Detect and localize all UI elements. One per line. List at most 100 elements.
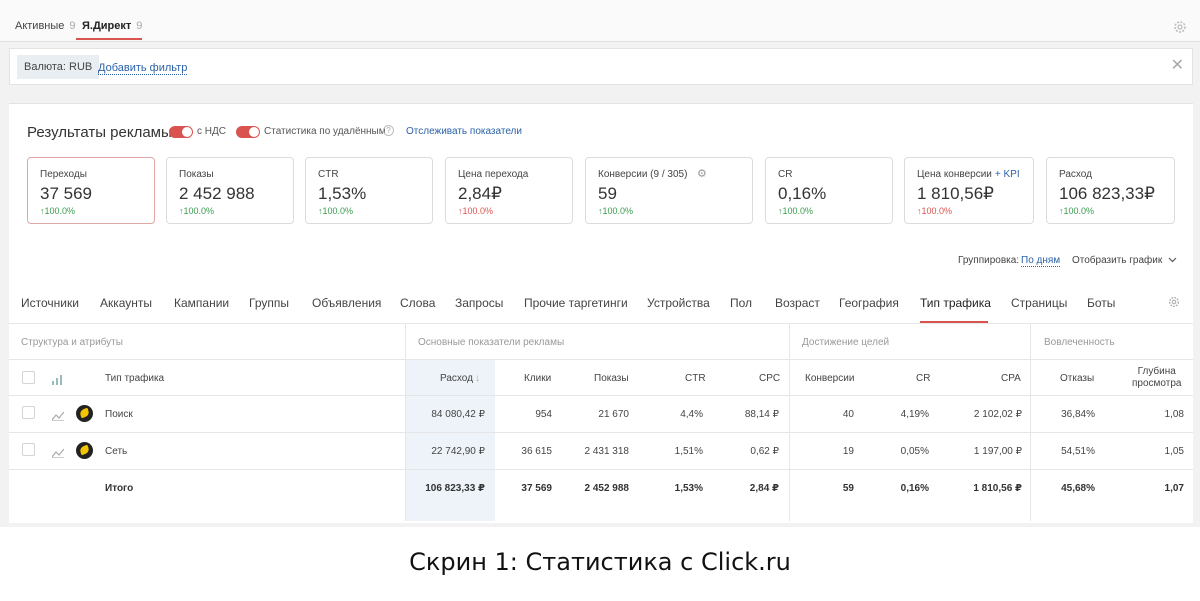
col-header-traffic-type[interactable]: Тип трафика — [105, 373, 164, 384]
kpi-card-cr[interactable]: CR 0,16% ↑100.0% — [765, 157, 893, 224]
column-group-separator — [405, 324, 406, 521]
help-icon[interactable]: ? — [383, 125, 394, 136]
cell-impressions: 2 452 988 — [584, 483, 630, 494]
select-all-checkbox[interactable] — [22, 371, 35, 384]
col-header-ctr[interactable]: CTR — [685, 373, 706, 384]
kpi-link[interactable]: + KPI — [995, 169, 1020, 180]
col-header-bounces[interactable]: Отказы — [1060, 373, 1094, 384]
tab-gender[interactable]: Пол — [730, 296, 752, 310]
kpi-label-text: Цена конверсии — [917, 169, 992, 180]
row-divider — [9, 469, 1193, 470]
kpi-change: ↑100.0% — [1059, 206, 1095, 216]
col-header-clicks[interactable]: Клики — [524, 373, 551, 384]
row-checkbox[interactable] — [22, 406, 35, 419]
tab-age[interactable]: Возраст — [775, 296, 820, 310]
cell-conversions: 59 — [842, 483, 854, 494]
col-header-cpc[interactable]: CPC — [759, 373, 780, 384]
col-header-label: Глубина — [1137, 366, 1176, 377]
tab-sources[interactable]: Источники — [21, 296, 79, 310]
kpi-card-ctr[interactable]: CTR 1,53% ↑100.0% — [305, 157, 433, 224]
tab-groups[interactable]: Группы — [249, 296, 289, 310]
cell-cpa: 1 810,56 ₽ — [973, 483, 1022, 494]
cell-bounces: 54,51% — [1061, 446, 1095, 457]
tab-count: 9 — [69, 20, 76, 32]
col-header-impressions[interactable]: Показы — [594, 373, 629, 384]
yandex-direct-icon — [76, 442, 93, 459]
kpi-card-cpc[interactable]: Цена перехода 2,84₽ ↑100.0% — [445, 157, 573, 224]
yandex-direct-icon — [76, 405, 93, 422]
filter-bar: Валюта: RUB Добавить фильтр ✕ — [9, 48, 1193, 85]
kpi-card-conversions[interactable]: Конверсии (9 / 305) ⚙ 59 ↑100.0% — [585, 157, 753, 224]
cell-name: Итого — [105, 483, 134, 494]
column-group-separator — [789, 324, 790, 521]
kpi-label: Цена перехода — [458, 169, 529, 180]
cell-cr: 0,16% — [900, 483, 929, 494]
tab-keywords[interactable]: Слова — [400, 296, 435, 310]
line-chart-icon[interactable] — [51, 408, 65, 421]
tab-geography[interactable]: География — [839, 296, 899, 310]
currency-chip[interactable]: Валюта: RUB — [17, 55, 100, 79]
cell-depth: 1,08 — [1164, 409, 1184, 420]
col-header-cpa[interactable]: CPA — [1001, 373, 1021, 384]
gear-icon[interactable]: ⚙ — [697, 167, 707, 180]
kpi-value: 0,16% — [778, 184, 827, 203]
line-chart-icon[interactable] — [51, 445, 65, 458]
col-header-depth[interactable]: Глубина просмотра — [1132, 366, 1181, 390]
cell-clicks: 36 615 — [521, 446, 552, 457]
tab-devices[interactable]: Устройства — [647, 296, 710, 310]
kpi-card-cost-per-conversion[interactable]: Цена конверсии + KPI 1 810,56₽ ↑100.0% — [904, 157, 1034, 224]
kpi-label: CR — [778, 169, 793, 180]
tab-bots[interactable]: Боты — [1087, 296, 1115, 310]
cell-ctr: 4,4% — [680, 409, 703, 420]
col-header-label: Расход — [440, 373, 473, 384]
cell-depth: 1,07 — [1164, 483, 1184, 494]
deleted-stats-toggle[interactable] — [236, 126, 260, 138]
cell-clicks: 37 569 — [521, 483, 552, 494]
col-header-label: просмотра — [1132, 378, 1182, 389]
kpi-change: ↑100.0% — [318, 206, 354, 216]
show-chart-label: Отобразить график — [1072, 255, 1163, 266]
gear-icon[interactable] — [1172, 19, 1188, 35]
track-metrics-link[interactable]: Отслеживать показатели — [406, 126, 522, 137]
kpi-value: 1 810,56₽ — [917, 184, 994, 203]
gear-icon[interactable] — [1167, 295, 1181, 312]
kpi-card-clicks[interactable]: Переходы 37 569 ↑100.0% — [27, 157, 155, 224]
grouping-select[interactable]: По дням — [1021, 255, 1061, 267]
show-chart-toggle[interactable]: Отобразить график — [1072, 255, 1177, 266]
kpi-label: Расход — [1059, 169, 1092, 180]
tab-ads[interactable]: Объявления — [312, 296, 381, 310]
cell-cpa: 1 197,00 ₽ — [973, 446, 1022, 457]
cell-cr: 0,05% — [900, 446, 929, 457]
col-header-spend[interactable]: Расход ↓ — [440, 373, 480, 384]
tab-accounts[interactable]: Аккаунты — [100, 296, 152, 310]
row-checkbox[interactable] — [22, 443, 35, 456]
tab-pages[interactable]: Страницы — [1011, 296, 1067, 310]
tab-queries[interactable]: Запросы — [455, 296, 503, 310]
tab-active[interactable]: Активные 9 — [15, 20, 76, 32]
close-icon[interactable]: ✕ — [1171, 57, 1184, 75]
tab-other-targeting[interactable]: Прочие таргетинги — [524, 296, 628, 310]
add-filter-link[interactable]: Добавить фильтр — [98, 62, 188, 75]
kpi-value: 1,53% — [318, 184, 367, 203]
bar-chart-icon[interactable] — [52, 372, 64, 385]
grouping-label: Группировка: — [958, 255, 1020, 266]
kpi-label: CTR — [318, 169, 339, 180]
tab-campaigns[interactable]: Кампании — [174, 296, 229, 310]
kpi-label: Показы — [179, 169, 214, 180]
kpi-card-spend[interactable]: Расход 106 823,33₽ ↑100.0% — [1046, 157, 1175, 224]
tab-traffic-type[interactable]: Тип трафика — [920, 296, 991, 310]
vat-toggle-label: с НДС — [197, 126, 226, 137]
tab-yandex-direct[interactable]: Я.Директ 9 — [82, 20, 142, 32]
chevron-down-icon — [1168, 255, 1177, 266]
cell-spend: 106 823,33 ₽ — [425, 483, 485, 494]
cell-cpc: 88,14 ₽ — [744, 409, 779, 420]
kpi-value: 37 569 — [40, 184, 92, 203]
col-header-conversions[interactable]: Конверсии — [805, 373, 854, 384]
top-tabs: Активные 9 Я.Директ 9 — [0, 0, 1200, 42]
vat-toggle[interactable] — [169, 126, 193, 138]
cell-cpc: 0,62 ₽ — [750, 446, 779, 457]
cell-conversions: 40 — [842, 409, 854, 420]
kpi-card-impressions[interactable]: Показы 2 452 988 ↑100.0% — [166, 157, 294, 224]
col-header-cr[interactable]: CR — [916, 373, 930, 384]
column-group-separator — [1030, 324, 1031, 521]
